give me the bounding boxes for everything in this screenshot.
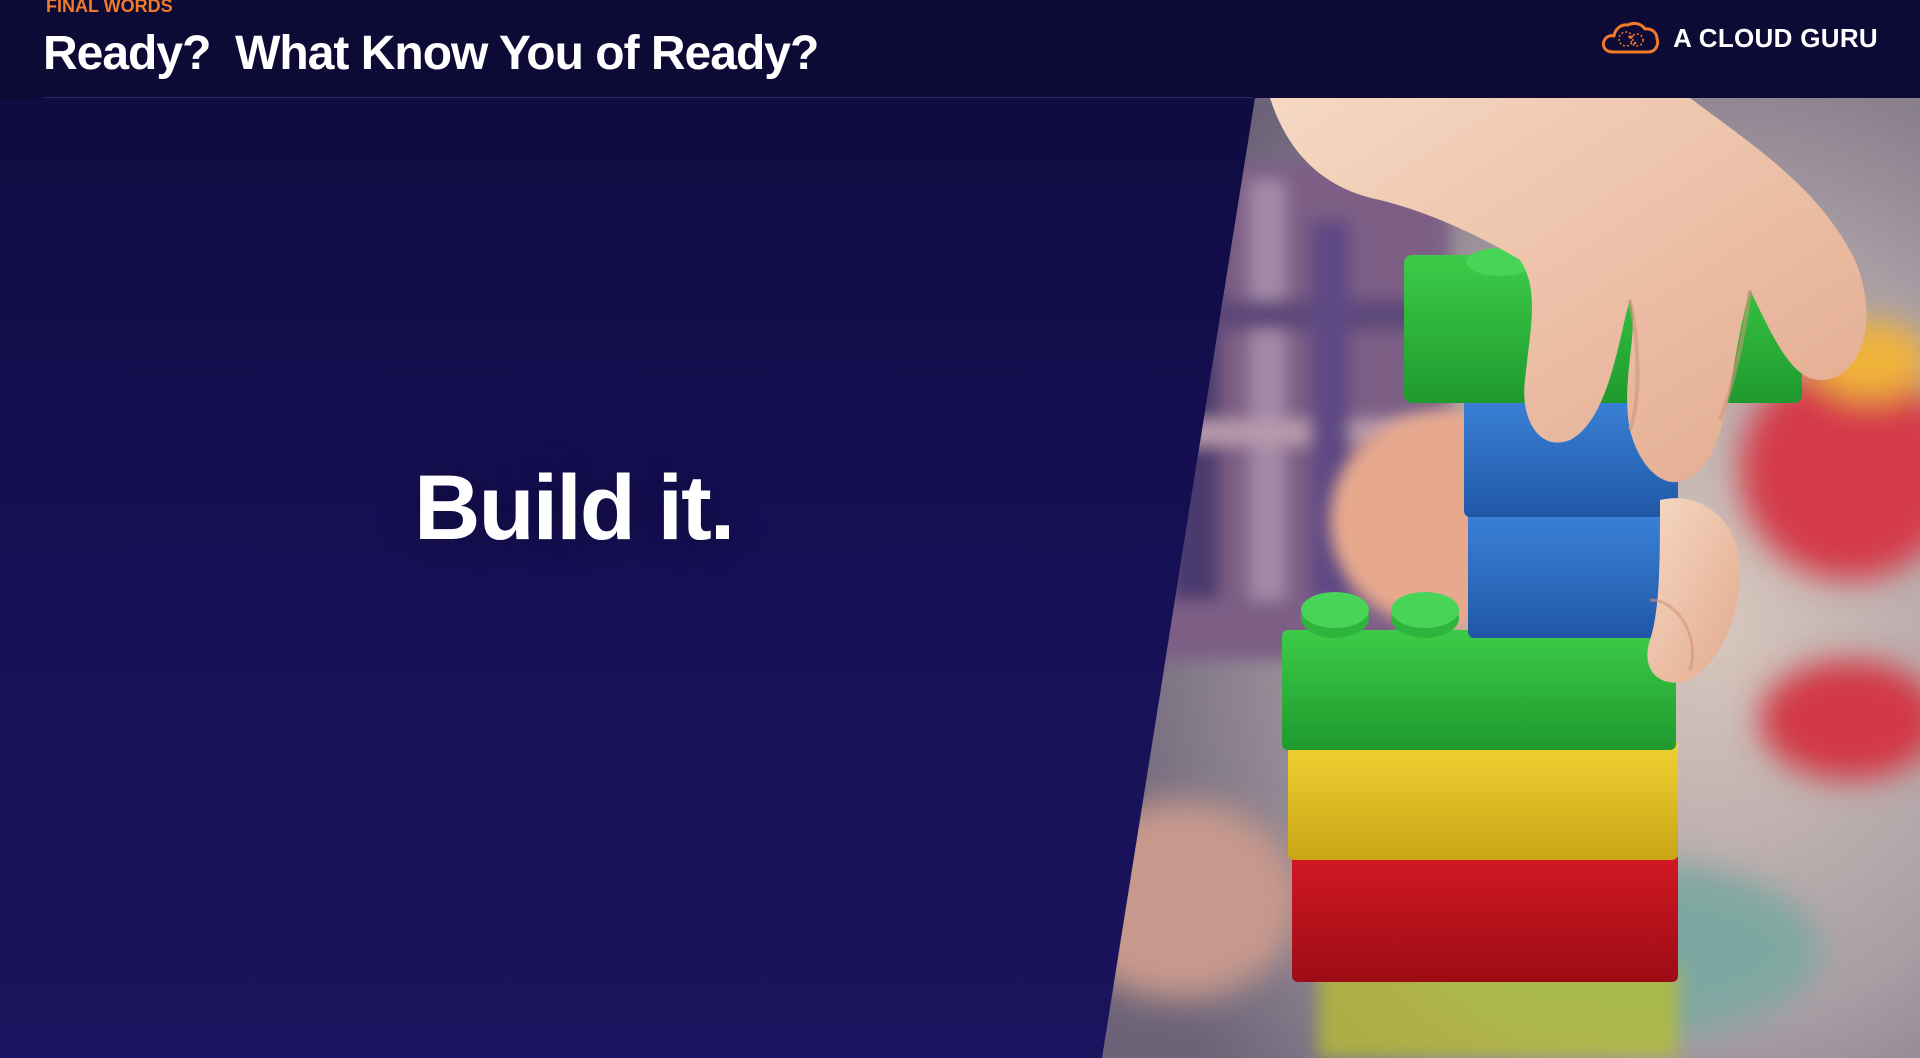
- brand: A CLOUD GURU: [1599, 16, 1878, 60]
- header-divider: [43, 97, 1253, 98]
- section-eyebrow: FINAL WORDS: [46, 0, 173, 16]
- slide: FINAL WORDS Ready? What Know You of Read…: [0, 0, 1920, 1058]
- brand-name: A CLOUD GURU: [1673, 22, 1878, 53]
- headline: Build it.: [414, 457, 735, 559]
- photo-illustration: [1102, 98, 1920, 1058]
- cloud-logo-icon: [1602, 21, 1660, 54]
- lego-blocks-photo: [1102, 98, 1920, 1058]
- slide-header: FINAL WORDS Ready? What Know You of Read…: [0, 0, 1920, 98]
- slide-title: Ready? What Know You of Ready?: [43, 27, 819, 80]
